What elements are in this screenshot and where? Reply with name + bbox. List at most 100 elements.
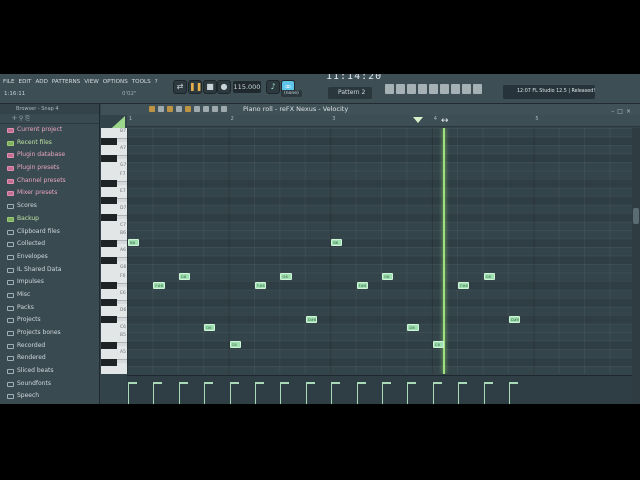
note[interactable]: F#6 (356, 281, 368, 289)
browser-item[interactable]: Plugin database (0, 149, 99, 162)
note[interactable]: G6 (483, 273, 495, 280)
browser-item[interactable]: Rendered (0, 352, 99, 365)
velocity-editor[interactable] (127, 375, 632, 404)
browser-item[interactable]: Clipboard files (0, 226, 99, 239)
black-key[interactable] (101, 341, 117, 349)
browser-icon[interactable] (418, 84, 427, 94)
note[interactable]: G6 (178, 273, 190, 280)
step-seq-icon[interactable] (396, 84, 405, 94)
pattern-song-toggle[interactable]: ⇄ (173, 80, 187, 94)
note[interactable]: F#6 (458, 281, 470, 289)
playhead-marker[interactable] (413, 117, 423, 123)
note[interactable]: C6 (432, 341, 444, 348)
note[interactable]: G6 (382, 273, 394, 280)
playlist-icon[interactable] (385, 84, 394, 94)
velocity-bar[interactable] (483, 382, 493, 404)
browser-item[interactable]: Impulses (0, 276, 99, 289)
browser-item[interactable]: Backup (0, 213, 99, 226)
black-key[interactable] (101, 137, 117, 145)
note[interactable]: F#6 (255, 281, 267, 289)
black-key[interactable] (101, 282, 117, 289)
news-panel[interactable]: 12:07 FL Studio 12.5 | Released! (503, 85, 595, 99)
select-icon[interactable] (203, 106, 209, 112)
black-key[interactable] (101, 299, 117, 306)
menu-item[interactable]: EDIT (19, 79, 32, 85)
browser-item[interactable]: Soundfonts (0, 378, 99, 391)
velocity-bar[interactable] (280, 382, 290, 404)
browser-toolbar[interactable]: ✛ ⚲ ⎘ (0, 114, 99, 124)
velocity-bar[interactable] (331, 382, 341, 404)
black-key[interactable] (101, 154, 117, 162)
browser-item[interactable]: Misc (0, 289, 99, 302)
note[interactable]: B6 (128, 239, 140, 246)
browser-item[interactable]: Channel presets (0, 175, 99, 188)
note[interactable]: G6 (280, 273, 292, 280)
velocity-bar[interactable] (229, 382, 239, 404)
browser-item[interactable]: Speech (0, 390, 99, 403)
menu-item[interactable]: FILE (3, 79, 15, 85)
velocity-bar[interactable] (204, 382, 214, 404)
velocity-bar[interactable] (178, 382, 188, 404)
browser-item[interactable]: Collected (0, 238, 99, 251)
delete-icon[interactable] (176, 106, 182, 112)
menu-item[interactable]: PATTERNS (52, 79, 80, 85)
note-grid[interactable]: B6 F#6 G6 D6 C6 F#6 G6 D#6 B6 F#6 G6 D6 C6 F#6 G6 D#6 (127, 128, 632, 374)
channel-icon[interactable] (440, 84, 449, 94)
browser-item[interactable]: Scores (0, 200, 99, 213)
menu-item[interactable]: OPTIONS (103, 79, 128, 85)
browser-item[interactable]: Projects bones (0, 327, 99, 340)
browser-item[interactable]: User (0, 403, 99, 404)
velocity-bar[interactable] (458, 382, 468, 404)
menu-item[interactable]: ADD (35, 79, 47, 85)
black-key[interactable] (101, 316, 117, 323)
browser-item[interactable]: Sliced beats (0, 365, 99, 378)
browser-item[interactable]: Packs (0, 302, 99, 315)
black-key[interactable] (101, 256, 117, 264)
velocity-bar[interactable] (407, 382, 417, 404)
speaker-icon[interactable] (462, 84, 471, 94)
metronome-icon[interactable]: ♪ (266, 80, 280, 94)
record-icon[interactable]: ● (217, 80, 231, 94)
tempo-display[interactable]: 115.000 (233, 81, 261, 93)
velocity-bar[interactable] (305, 382, 315, 404)
black-key[interactable] (101, 180, 117, 187)
record-mode[interactable]: (none) (281, 90, 302, 97)
pause-icon[interactable]: ❚❚ (188, 80, 202, 94)
mixer-icon[interactable] (429, 84, 438, 94)
note[interactable]: D#6 (509, 315, 521, 323)
note[interactable]: D#6 (305, 315, 317, 323)
menu-item[interactable]: ? (155, 79, 158, 85)
browser-item[interactable]: Mixer presets (0, 187, 99, 200)
black-key[interactable] (101, 358, 117, 366)
browser-item[interactable]: Projects (0, 314, 99, 327)
note[interactable]: F#6 (153, 281, 165, 289)
playback-icon[interactable] (221, 106, 227, 112)
stop-icon[interactable]: ■ (203, 80, 217, 94)
menu-item[interactable]: VIEW (84, 79, 99, 85)
plugin-icon[interactable] (451, 84, 460, 94)
timeline-ruler[interactable]: 1 2 3 4 5 (127, 115, 640, 127)
pattern-selector[interactable]: Pattern 2 (328, 87, 372, 99)
magnet-icon[interactable] (149, 106, 155, 112)
velocity-bar[interactable] (153, 382, 163, 404)
note[interactable]: B6 (331, 239, 343, 246)
slice-icon[interactable] (194, 106, 200, 112)
note[interactable]: C6 (229, 341, 241, 348)
download-icon[interactable] (473, 84, 482, 94)
piano-roll-icon[interactable] (407, 84, 416, 94)
velocity-bar[interactable] (255, 382, 264, 404)
browser-item[interactable]: Plugin presets (0, 162, 99, 175)
browser-item[interactable]: Recent files (0, 137, 99, 150)
vertical-scrollbar[interactable] (632, 128, 640, 404)
velocity-bar[interactable] (432, 382, 442, 404)
menu-item[interactable]: TOOLS (132, 79, 151, 85)
browser-item[interactable]: IL Shared Data (0, 264, 99, 277)
draw-icon[interactable] (158, 106, 164, 112)
zoom-icon[interactable] (212, 106, 218, 112)
paint-icon[interactable] (167, 106, 173, 112)
scroll-thumb[interactable] (633, 208, 639, 224)
mute-icon[interactable] (185, 106, 191, 112)
note[interactable]: D6 (204, 324, 216, 331)
piano-keyboard[interactable]: B7 A7 G7 F7 E7 D7 C7 B6 A6 G6 F6 E6 D6 C6 B5 A5 (101, 128, 127, 374)
black-key[interactable] (101, 214, 117, 221)
